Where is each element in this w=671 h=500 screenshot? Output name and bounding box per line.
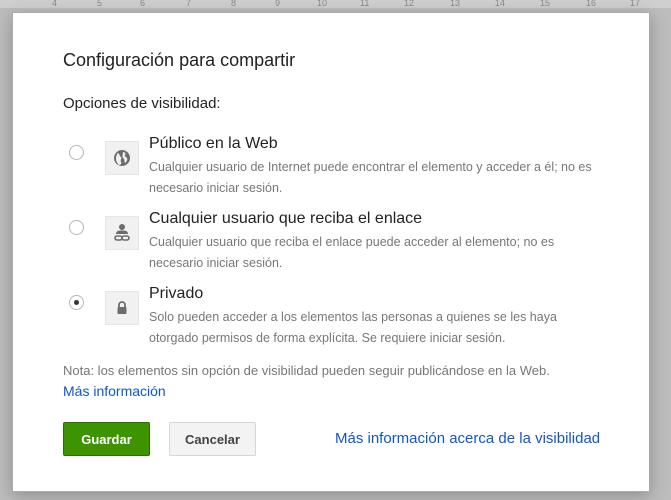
radio-private[interactable] [69,295,84,310]
option-public-web[interactable]: Público en la Web Cualquier usuario de I… [13,135,649,207]
lock-icon [105,291,139,325]
globe-icon [105,141,139,175]
cancel-button[interactable]: Cancelar [169,422,256,456]
ruler-number: 8 [231,0,237,8]
ruler-number: 6 [140,0,146,8]
option-title: Cualquier usuario que reciba el enlace [149,210,423,227]
radio-public-web[interactable] [69,145,84,160]
ruler-number: 11 [360,0,370,8]
visibility-options-label: Opciones de visibilidad: [63,95,221,112]
more-info-link[interactable]: Más información [63,383,166,399]
option-title: Privado [149,285,204,302]
person-link-icon [105,216,139,250]
option-title: Público en la Web [149,135,278,152]
save-button[interactable]: Guardar [63,422,150,456]
ruler-number: 16 [586,0,597,8]
visibility-note: Nota: los elementos sin opción de visibi… [63,363,550,378]
sharing-settings-dialog: Configuración para compartir Opciones de… [12,12,650,492]
dialog-title: Configuración para compartir [63,50,296,70]
option-anyone-with-link[interactable]: Cualquier usuario que reciba el enlace C… [13,210,649,282]
option-description: Solo pueden acceder a los elementos las … [149,310,557,345]
ruler-number: 15 [540,0,551,8]
ruler-number: 5 [97,0,103,8]
ruler-number: 7 [186,0,192,8]
visibility-info-link[interactable]: Más información acerca de la visibilidad [335,430,600,447]
option-description: Cualquier usuario de Internet puede enco… [149,160,592,195]
ruler-number: 14 [495,0,506,8]
background-ruler: 4 5 6 7 8 9 10 11 12 13 14 15 16 17 [0,0,671,9]
ruler-number: 9 [275,0,281,8]
ruler-number: 17 [630,0,641,8]
ruler-number: 10 [317,0,328,8]
radio-anyone-with-link[interactable] [69,220,84,235]
option-description: Cualquier usuario que reciba el enlace p… [149,235,555,270]
ruler-number: 13 [450,0,461,8]
ruler-number: 4 [52,0,58,8]
ruler-number: 12 [404,0,415,8]
option-private[interactable]: Privado Solo pueden acceder a los elemen… [13,285,649,357]
